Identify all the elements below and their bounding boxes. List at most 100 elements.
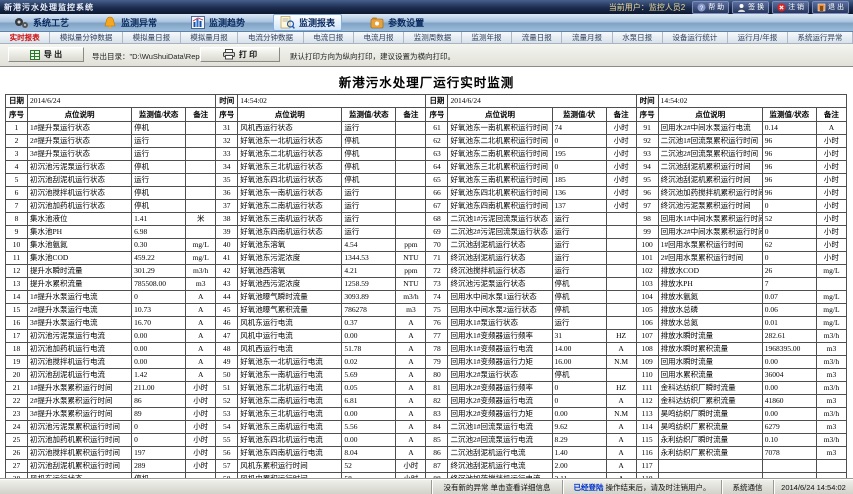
menu-item-3[interactable]: 监测趋势 <box>185 15 251 30</box>
seq-header: 序号 <box>636 108 658 122</box>
value-cell: 6279 <box>762 421 816 434</box>
menu-item-2[interactable]: 监测异常 <box>97 15 163 30</box>
tab-7[interactable]: 电流月报 <box>354 32 404 43</box>
unit-cell: A <box>396 447 426 460</box>
unit-cell: A <box>606 343 636 356</box>
value-cell: 96 <box>762 174 816 187</box>
title-bar: 新港污水处理监控系统 当前用户：监控人员2 ?帮 助签 换注 销退 出 <box>0 0 853 14</box>
tab-9[interactable]: 监测年报 <box>462 32 512 43</box>
tab-3[interactable]: 模拟量日报 <box>123 32 181 43</box>
tab-1[interactable]: 实时报表 <box>0 32 50 43</box>
titlebar-button-2[interactable]: 签 换 <box>732 1 769 14</box>
seq-cell: 7 <box>6 200 28 213</box>
tab-14[interactable]: 运行月/年报 <box>728 32 788 43</box>
tab-10[interactable]: 流量日报 <box>512 32 562 43</box>
desc-cell: 二沉池1#回流泵累积运行时间 <box>658 135 762 148</box>
unit-cell: m3/h <box>816 434 846 447</box>
desc-cell: 初沉池污泥泵运行状态 <box>28 161 132 174</box>
seq-cell: 80 <box>426 369 448 382</box>
value-cell: 0 <box>132 421 186 434</box>
value-cell: 6.98 <box>132 226 186 239</box>
seq-cell: 18 <box>6 343 28 356</box>
value-cell: 137 <box>552 200 606 213</box>
value-cell: 16.70 <box>132 317 186 330</box>
desc-cell: 二沉池刮泥机累积运行时间 <box>658 161 762 174</box>
seq-cell: 42 <box>216 265 238 278</box>
desc-cell: 排放水瞬时累积流量 <box>658 343 762 356</box>
tab-12[interactable]: 水泵日报 <box>613 32 663 43</box>
unit-cell: A <box>186 317 216 330</box>
desc-cell: 2#提升水泵累积运行时间 <box>28 395 132 408</box>
seq-cell: 51 <box>216 382 238 395</box>
unit-cell: 小时 <box>186 382 216 395</box>
menu-item-5[interactable]: 参数设置 <box>364 15 430 30</box>
unit-cell: A <box>186 369 216 382</box>
value-cell: 运行 <box>552 317 606 330</box>
value-cell: 14.00 <box>552 343 606 356</box>
realtime-report-table: 日期2014/6/24时间14:54:02日期2014/6/24时间14:54:… <box>5 94 847 494</box>
tab-2[interactable]: 模拟量分钟数据 <box>50 32 123 43</box>
table-row: 11#提升泵运行状态停机31风机西运行状态运行61好氧池东一南机累积运行时间74… <box>6 122 847 135</box>
unit-cell: A <box>606 447 636 460</box>
desc-cell: 二沉池2#回流泵累积运行时间 <box>658 148 762 161</box>
value-header: 监测值/状 <box>552 108 606 122</box>
unit-cell <box>606 278 636 291</box>
desc-cell: 好氧池东四北机运行电流 <box>238 434 342 447</box>
unit-cell: 小时 <box>186 408 216 421</box>
seq-cell: 114 <box>636 421 658 434</box>
tab-4[interactable]: 模拟量月报 <box>181 32 239 43</box>
value-cell: 74 <box>552 122 606 135</box>
seq-cell: 45 <box>216 304 238 317</box>
value-cell: 36004 <box>762 369 816 382</box>
seq-cell: 47 <box>216 330 238 343</box>
seq-cell: 71 <box>426 252 448 265</box>
unit-cell: A <box>186 304 216 317</box>
menu-item-1[interactable]: 系统工艺 <box>8 15 75 30</box>
titlebar-button-3[interactable]: 注 销 <box>772 1 809 14</box>
seq-cell: 10 <box>6 239 28 252</box>
tab-13[interactable]: 设备运行统计 <box>663 32 728 43</box>
trend-chart-icon <box>191 16 205 29</box>
print-button[interactable]: 打 印 <box>200 47 280 62</box>
tab-6[interactable]: 电流日报 <box>304 32 354 43</box>
seq-cell: 24 <box>6 421 28 434</box>
desc-cell: 昊鸣纺织厂累积流量 <box>658 421 762 434</box>
seq-cell: 34 <box>216 161 238 174</box>
time-value: 14:54:02 <box>238 95 426 108</box>
titlebar-button-label: 帮 助 <box>708 2 724 12</box>
value-cell: 0.00 <box>762 382 816 395</box>
table-row: 4初沉池污泥泵运行状态停机34好氧池东三北机运行状态停机64好氧池东三北机累积运… <box>6 161 847 174</box>
unit-cell: mg/L <box>816 291 846 304</box>
seq-cell: 13 <box>6 278 28 291</box>
seq-cell: 78 <box>426 343 448 356</box>
tab-15[interactable]: 系统运行异常 <box>788 32 853 43</box>
unit-cell: m3 <box>816 395 846 408</box>
titlebar-button-4[interactable]: 退 出 <box>812 1 849 14</box>
desc-cell: 好氧池东一南机累积运行时间 <box>448 122 552 135</box>
unit-cell: 米 <box>186 213 216 226</box>
tab-8[interactable]: 监测周数据 <box>404 32 462 43</box>
desc-cell: 2#回用水泵累积运行时间 <box>658 252 762 265</box>
seq-cell: 54 <box>216 421 238 434</box>
tab-bar: 实时报表模拟量分钟数据模拟量日报模拟量月报电流分钟数据电流日报电流月报监测周数据… <box>0 32 853 44</box>
value-cell: 停机 <box>342 135 396 148</box>
unit-cell: 小时 <box>816 135 846 148</box>
menu-item-4[interactable]: 监测报表 <box>273 14 342 31</box>
desc-cell: 排放水COD <box>658 265 762 278</box>
titlebar-button-1[interactable]: ?帮 助 <box>692 1 729 14</box>
value-cell: 8.04 <box>342 447 396 460</box>
export-button[interactable]: 导 出 <box>8 47 84 62</box>
report-icon <box>280 16 295 29</box>
tab-11[interactable]: 流量月报 <box>562 32 612 43</box>
desc-cell: 初沉池搅拌机运行电流 <box>28 356 132 369</box>
unit-cell: m3 <box>816 369 846 382</box>
unit-cell <box>186 148 216 161</box>
status-alert[interactable]: 没有新的异常 单击查看详细信息 <box>431 480 562 494</box>
desc-cell: 终沉池污泥泵运行状态 <box>448 278 552 291</box>
seq-cell: 66 <box>426 187 448 200</box>
seq-cell: 99 <box>636 226 658 239</box>
seq-cell: 31 <box>216 122 238 135</box>
seq-cell: 38 <box>216 213 238 226</box>
tab-5[interactable]: 电流分钟数据 <box>238 32 303 43</box>
desc-cell: 终沉池污泥泵累积运行时间 <box>658 200 762 213</box>
